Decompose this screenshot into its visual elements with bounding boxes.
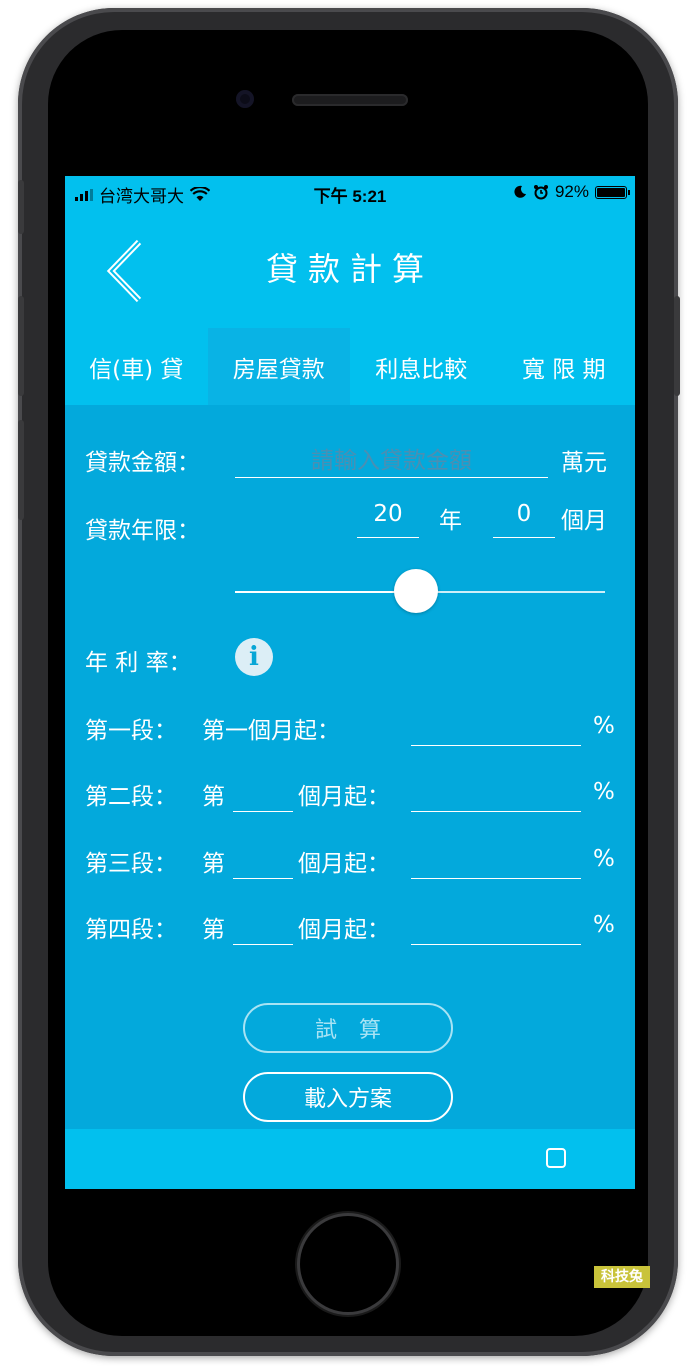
segment-2-label: 第二段： (85, 784, 177, 810)
amount-input[interactable]: 請輸入貸款金額 (235, 441, 548, 475)
segment-4-prefix: 第 (202, 917, 225, 943)
segment-1-unit: % (593, 713, 615, 739)
tab-grace-period[interactable]: 寬 限 期 (493, 328, 636, 405)
tab-bar: 信(車) 貸 房屋貸款 利息比較 寬 限 期 (65, 328, 635, 405)
battery-percent: 92% (554, 182, 589, 201)
segment-1-start: 第一個月起： (202, 718, 340, 744)
tab-interest-compare[interactable]: 利息比較 (350, 328, 493, 405)
volume-up-button (18, 296, 24, 396)
segment-2-prefix: 第 (202, 784, 225, 810)
term-months-underline (493, 537, 555, 538)
status-bar: 台湾大哥大 下午 5:21 92% (65, 176, 635, 206)
segment-4-rate-input[interactable] (411, 910, 581, 945)
rate-label: 年 利 率： (85, 650, 192, 676)
tab-credit-car-loan[interactable]: 信(車) 貸 (65, 328, 208, 405)
alarm-icon (533, 185, 548, 200)
checkbox[interactable] (546, 1148, 566, 1168)
volume-down-button (18, 420, 24, 520)
moon-icon (514, 185, 526, 198)
battery-icon (595, 185, 630, 199)
app-header: 貸款計算 (65, 206, 635, 328)
segment-3-suffix: 個月起： (298, 851, 390, 877)
info-icon[interactable]: i (235, 638, 273, 676)
segment-4-label: 第四段： (85, 917, 177, 943)
term-slider-track-filled[interactable] (235, 591, 415, 593)
segment-4-unit: % (593, 912, 615, 938)
segment-2-rate-input[interactable] (411, 777, 581, 812)
app-screen: 台湾大哥大 下午 5:21 92% 貸款計算 信(車) 貸 房屋貸款 利息比較 … (65, 176, 635, 1189)
segment-2-month-input[interactable] (233, 777, 293, 812)
loan-form: 貸款金額： 請輸入貸款金額 萬元 貸款年限： 20 年 0 個月 年 利 率： … (65, 405, 635, 1129)
segment-2-unit: % (593, 779, 615, 805)
term-slider-track[interactable] (415, 591, 605, 593)
term-label: 貸款年限： (85, 518, 200, 544)
term-month-unit: 個月 (561, 508, 607, 534)
segment-1-label: 第一段： (85, 718, 177, 744)
segment-2-suffix: 個月起： (298, 784, 390, 810)
segment-4-month-input[interactable] (233, 910, 293, 945)
segment-3-label: 第三段： (85, 851, 177, 877)
tab-mortgage[interactable]: 房屋貸款 (207, 328, 350, 405)
amount-label: 貸款金額： (85, 450, 200, 476)
home-button[interactable] (300, 1216, 396, 1312)
segment-3-month-input[interactable] (233, 844, 293, 879)
segment-3-prefix: 第 (202, 851, 225, 877)
term-years-input[interactable]: 20 (357, 501, 419, 527)
segment-4-suffix: 個月起： (298, 917, 390, 943)
term-months-input[interactable]: 0 (493, 501, 555, 527)
term-slider-thumb[interactable] (394, 569, 438, 613)
calculate-button[interactable]: 試算 (243, 1003, 453, 1053)
amount-input-underline (235, 477, 548, 478)
power-button (674, 296, 680, 396)
status-right: 92% (513, 182, 630, 202)
earpiece-speaker (292, 94, 408, 106)
page-title: 貸款計算 (265, 251, 434, 287)
footer-bar (65, 1129, 635, 1189)
front-camera (236, 90, 254, 108)
segment-3-rate-input[interactable] (411, 844, 581, 879)
watermark-logo: 科技兔 (594, 1266, 650, 1288)
mute-switch (18, 180, 24, 234)
segment-1-rate-input[interactable] (411, 711, 581, 746)
segment-3-unit: % (593, 846, 615, 872)
load-plan-button[interactable]: 載入方案 (243, 1072, 453, 1122)
term-years-underline (357, 537, 419, 538)
term-year-unit: 年 (439, 508, 462, 534)
amount-unit: 萬元 (561, 450, 607, 476)
